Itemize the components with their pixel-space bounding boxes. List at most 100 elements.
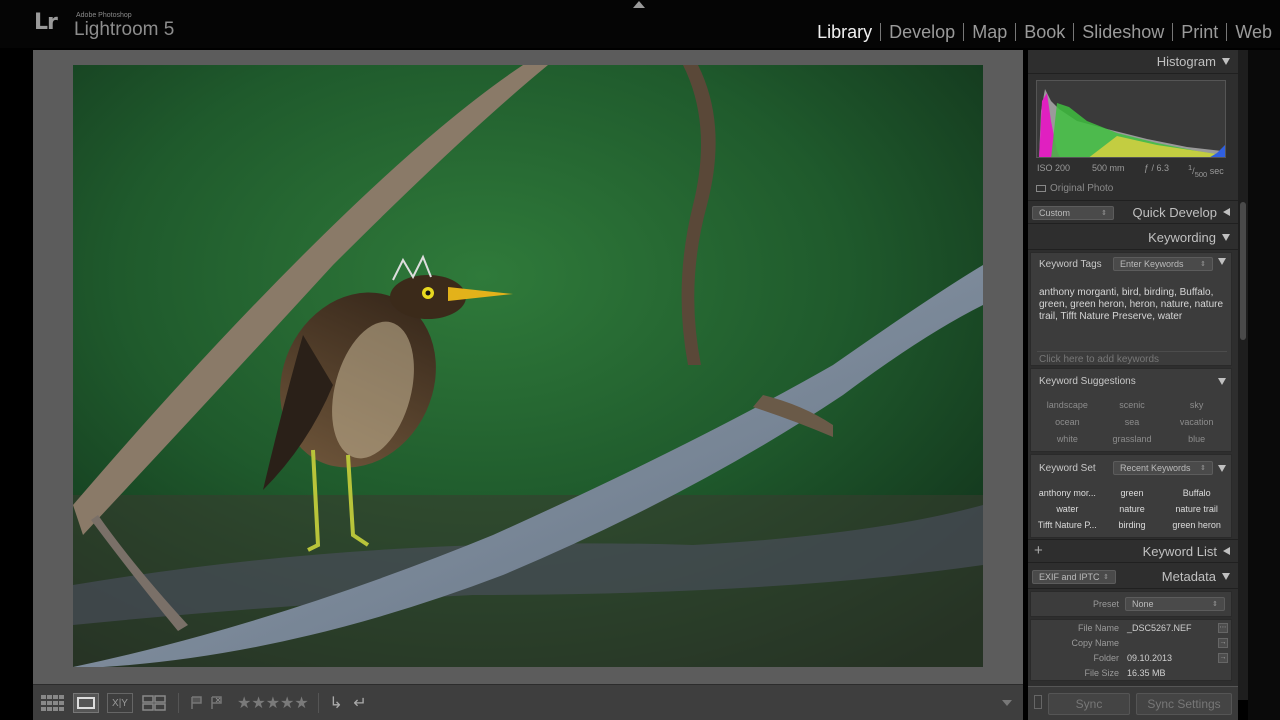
keyword-suggestion[interactable]: vacation (1164, 414, 1229, 431)
module-slideshow[interactable]: Slideshow (1074, 22, 1172, 43)
metadata-view-dropdown[interactable]: EXIF and IPTC ⇕ (1032, 570, 1116, 584)
flag-icon[interactable] (188, 693, 204, 713)
add-keyword-icon[interactable]: + (1034, 542, 1043, 559)
original-photo-icon (1036, 185, 1046, 192)
metadata-action-icon[interactable]: ⋯ (1218, 623, 1228, 633)
reject-flag-icon[interactable] (208, 693, 224, 713)
module-book[interactable]: Book (1016, 22, 1073, 43)
keyword-set-item[interactable]: green heron (1164, 517, 1229, 533)
toolbar-separator (178, 693, 179, 713)
histogram-graph[interactable] (1036, 80, 1226, 158)
sync-settings-button[interactable]: Sync Settings (1136, 693, 1232, 715)
auto-sync-switch-icon[interactable] (1034, 695, 1042, 709)
keyword-set-item[interactable]: nature (1100, 501, 1165, 517)
keyword-suggestions-grid: landscape scenic sky ocean sea vacation … (1035, 397, 1229, 448)
metadata-preset-row: Preset None ⇕ (1030, 591, 1232, 617)
keyword-set-value: Recent Keywords (1120, 463, 1191, 473)
keyword-set-item[interactable]: Buffalo (1164, 485, 1229, 501)
metadata-row-copy-name: Copy Name → (1031, 638, 1233, 652)
keyword-tags-textarea[interactable]: anthony morganti, bird, birding, Buffalo… (1039, 287, 1229, 323)
keyword-suggestion[interactable]: sea (1100, 414, 1165, 431)
exif-iso: ISO 200 (1037, 163, 1071, 173)
right-panel-scrollbar[interactable] (1238, 50, 1248, 700)
keyword-list-title: Keyword List (1142, 543, 1217, 559)
metadata-label: File Name (1077, 623, 1119, 633)
module-develop[interactable]: Develop (881, 22, 963, 43)
rotate-left-icon[interactable]: ↳ (326, 693, 346, 713)
vendor-label: Adobe Photoshop (76, 12, 132, 19)
quick-develop-header[interactable]: Custom ⇕ Quick Develop (1028, 200, 1238, 224)
toolbar-menu-chevron-icon[interactable] (999, 693, 1015, 713)
loupe-view-icon[interactable] (73, 693, 99, 713)
scrollbar-thumb[interactable] (1240, 202, 1246, 340)
keyword-set-item[interactable]: Tifft Nature P... (1035, 517, 1100, 533)
survey-view-icon[interactable] (141, 693, 167, 713)
keyword-set-dropdown[interactable]: Recent Keywords ⇕ (1113, 461, 1213, 475)
keyword-suggestion[interactable]: landscape (1035, 397, 1100, 414)
metadata-value[interactable]: _DSC5267.NEF (1127, 623, 1192, 633)
keyword-tags-panel: Keyword Tags Enter Keywords ⇕ anthony mo… (1030, 252, 1232, 366)
module-web[interactable]: Web (1227, 22, 1280, 43)
identity-plate: Lr Adobe Photoshop Lightroom 5 Library D… (0, 0, 1280, 48)
keyword-suggestion[interactable]: white (1035, 431, 1100, 448)
module-map[interactable]: Map (964, 22, 1015, 43)
metadata-row-file-name: File Name _DSC5267.NEF ⋯ (1031, 623, 1233, 637)
original-photo-label: Original Photo (1050, 183, 1114, 194)
metadata-fields: File Name _DSC5267.NEF ⋯ Copy Name → Fol… (1030, 619, 1232, 681)
dropdown-arrows-icon: ⇕ (1212, 601, 1218, 608)
saved-preset-dropdown[interactable]: Custom ⇕ (1032, 206, 1114, 220)
keyword-set-item[interactable]: anthony mor... (1035, 485, 1100, 501)
metadata-label: File Size (1084, 668, 1119, 678)
keyword-list-header[interactable]: + Keyword List (1028, 539, 1238, 563)
sync-button[interactable]: Sync (1048, 693, 1130, 715)
shutter-denominator: 500 (1194, 169, 1208, 179)
photo-image (73, 65, 983, 667)
keywording-header[interactable]: Keywording (1028, 226, 1238, 250)
keyword-set-item[interactable]: birding (1100, 517, 1165, 533)
module-print[interactable]: Print (1173, 22, 1226, 43)
keyword-tags-label: Keyword Tags (1039, 259, 1102, 270)
keyword-set-item[interactable]: nature trail (1164, 501, 1229, 517)
rotate-right-icon[interactable]: ↵ (350, 693, 370, 713)
keyword-suggestion[interactable]: blue (1164, 431, 1229, 448)
keyword-suggestion[interactable]: grassland (1100, 431, 1165, 448)
exif-focal-length: 500 mm (1092, 163, 1125, 173)
histogram-header[interactable]: Histogram (1028, 50, 1238, 74)
dropdown-arrows-icon: ⇕ (1200, 465, 1206, 472)
keyword-set-item[interactable]: water (1035, 501, 1100, 517)
keyword-tags-mode-value: Enter Keywords (1120, 259, 1184, 269)
metadata-action-icon[interactable]: → (1218, 638, 1228, 648)
keyword-suggestions-panel: Keyword Suggestions landscape scenic sky… (1030, 368, 1232, 452)
collapse-triangle-icon[interactable] (1218, 465, 1226, 472)
dropdown-arrows-icon: ⇕ (1200, 261, 1206, 268)
collapse-triangle-icon[interactable] (1218, 258, 1226, 265)
collapse-triangle-icon[interactable] (1218, 378, 1226, 385)
keyword-tags-mode-dropdown[interactable]: Enter Keywords ⇕ (1113, 257, 1213, 271)
keyword-set-label: Keyword Set (1039, 463, 1096, 474)
module-picker: Library Develop Map Book Slideshow Print… (809, 19, 1280, 45)
histogram-title: Histogram (1156, 54, 1216, 69)
exif-shutter: 1/500 sec (1188, 163, 1224, 179)
library-toolbar: X|Y ★★★★★ ↳ ↵ (33, 684, 1023, 720)
keyword-suggestion[interactable]: ocean (1035, 414, 1100, 431)
top-panel-toggle-icon[interactable] (633, 1, 645, 8)
star-rating[interactable]: ★★★★★ (237, 693, 309, 713)
metadata-header[interactable]: EXIF and IPTC ⇕ Metadata (1028, 565, 1238, 589)
photo-green-heron[interactable] (73, 65, 983, 667)
original-photo-toggle[interactable]: Original Photo (1036, 183, 1113, 194)
product-name: Lightroom 5 (74, 19, 175, 40)
keyword-suggestion[interactable]: scenic (1100, 397, 1165, 414)
compare-view-icon[interactable]: X|Y (107, 693, 133, 713)
grid-view-icon[interactable] (41, 693, 65, 713)
module-library[interactable]: Library (809, 22, 880, 43)
metadata-preset-dropdown[interactable]: None ⇕ (1125, 597, 1225, 611)
metadata-action-icon[interactable]: → (1218, 653, 1228, 663)
keyword-set-item[interactable]: green (1100, 485, 1165, 501)
metadata-title: Metadata (1161, 569, 1216, 584)
keyword-suggestion[interactable]: sky (1164, 397, 1229, 414)
metadata-value[interactable]: 09.10.2013 (1127, 653, 1172, 663)
collapse-triangle-icon (1222, 234, 1230, 241)
add-keywords-input[interactable]: Click here to add keywords (1037, 351, 1227, 365)
metadata-value: 16.35 MB (1127, 668, 1166, 678)
collapse-triangle-icon (1222, 58, 1230, 65)
